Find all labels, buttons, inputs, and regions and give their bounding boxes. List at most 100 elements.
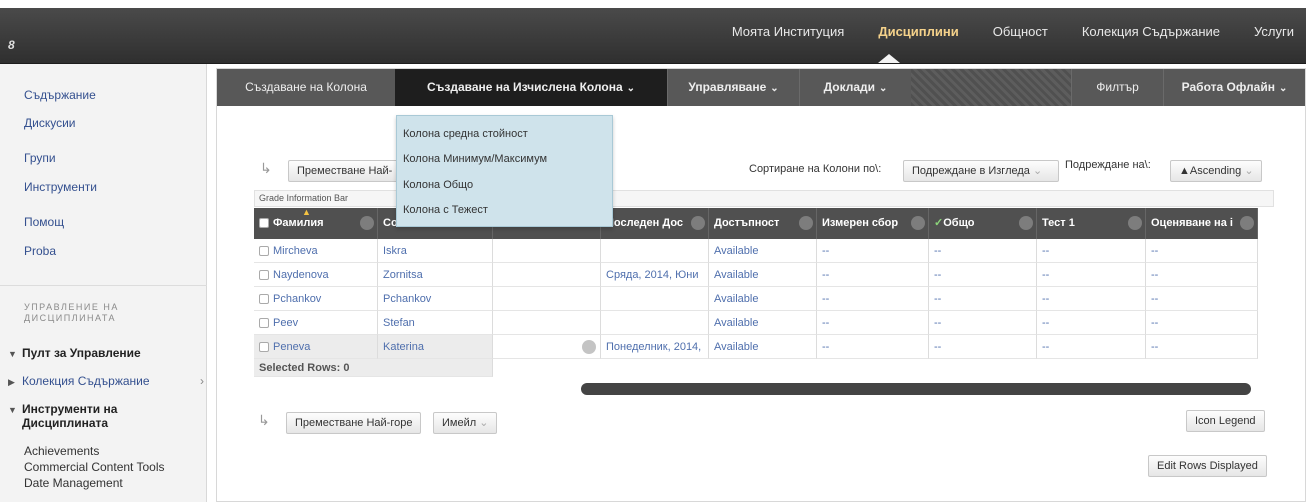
sidebar-item-content[interactable]: Съдържание <box>24 88 96 102</box>
tool-achievements[interactable]: Achievements <box>24 444 99 458</box>
table-row[interactable]: Naydenova <box>254 263 378 287</box>
move-to-top-bottom-button[interactable]: Преместване Най-горе <box>286 412 422 434</box>
grid-cell[interactable]: -- <box>817 239 929 263</box>
work-offline-button[interactable]: Работа Офлайн ⌄ <box>1163 69 1305 106</box>
grid-cell[interactable] <box>601 239 709 263</box>
grid-cell[interactable] <box>493 239 601 263</box>
grid-cell[interactable]: Katerina <box>378 335 493 359</box>
grid-cell[interactable]: Available <box>709 239 817 263</box>
filter-button[interactable]: Филтър <box>1071 69 1163 106</box>
grid-cell[interactable]: -- <box>929 263 1037 287</box>
grid-cell[interactable]: -- <box>817 263 929 287</box>
cell-options-icon[interactable] <box>582 340 596 354</box>
grid-cell[interactable]: Available <box>709 335 817 359</box>
nav-courses[interactable]: Дисциплини <box>878 24 958 39</box>
grid-cell[interactable]: Available <box>709 263 817 287</box>
sort-columns-select[interactable]: Подреждане в Изгледа ⌄ <box>903 160 1059 182</box>
column-header-last-access[interactable]: Последен Дос <box>601 208 709 239</box>
tool-commercial-content[interactable]: Commercial Content Tools <box>24 460 165 474</box>
manage-menu-button[interactable]: Управляване ⌄ <box>667 69 799 106</box>
column-options-icon[interactable] <box>799 216 813 230</box>
column-header-weighted-total[interactable]: Измерен сбор <box>817 208 929 239</box>
column-header-grading[interactable]: Оценяване на і <box>1146 208 1258 239</box>
nav-my-institution[interactable]: Моята Институция <box>732 24 844 39</box>
grid-cell[interactable]: -- <box>929 335 1037 359</box>
horizontal-scrollbar[interactable] <box>581 383 1251 395</box>
reports-menu-button[interactable]: Доклади ⌄ <box>799 69 911 106</box>
grid-cell[interactable]: Pchankov <box>378 287 493 311</box>
grid-cell[interactable] <box>493 287 601 311</box>
grid-cell[interactable] <box>601 287 709 311</box>
sidebar-item-tools[interactable]: Инструменти <box>24 180 97 194</box>
grid-cell[interactable] <box>493 311 601 335</box>
table-row[interactable]: Peev <box>254 311 378 335</box>
create-column-button[interactable]: Създаване на Колона <box>217 69 395 106</box>
grid-cell[interactable]: Iskra <box>378 239 493 263</box>
grid-cell[interactable]: Сряда, 2014, Юни <box>601 263 709 287</box>
column-options-icon[interactable] <box>360 216 374 230</box>
grid-cell[interactable] <box>601 311 709 335</box>
grid-cell[interactable]: Available <box>709 311 817 335</box>
menu-item-total-column[interactable]: Колона Общо <box>403 179 473 191</box>
nav-community[interactable]: Общност <box>993 24 1048 39</box>
grid-cell[interactable]: -- <box>1146 311 1258 335</box>
order-select[interactable]: ▲Ascending ⌄ <box>1170 160 1262 182</box>
grid-cell[interactable]: -- <box>929 239 1037 263</box>
nav-services[interactable]: Услуги <box>1254 24 1294 39</box>
grid-cell[interactable] <box>493 263 601 287</box>
grid-cell[interactable]: Stefan <box>378 311 493 335</box>
column-header-availability[interactable]: Достъпност <box>709 208 817 239</box>
grid-cell[interactable]: -- <box>929 287 1037 311</box>
sidebar-item-proba[interactable]: Proba <box>24 244 56 258</box>
tool-date-management[interactable]: Date Management <box>24 476 123 490</box>
row-checkbox[interactable] <box>259 270 269 280</box>
table-row[interactable]: Mircheva <box>254 239 378 263</box>
sidebar-item-discussions[interactable]: Дискусии <box>24 116 76 130</box>
grid-cell[interactable]: -- <box>817 311 929 335</box>
sidebar-item-help[interactable]: Помощ <box>24 215 64 229</box>
grid-cell[interactable]: -- <box>1146 335 1258 359</box>
grid-cell[interactable]: Available <box>709 287 817 311</box>
select-all-checkbox[interactable] <box>259 218 269 228</box>
tree-item-content-collection[interactable]: ▶ Колекция Съдържание › <box>8 374 204 388</box>
column-header-last-name[interactable]: Фамилия ▲ <box>254 208 378 239</box>
table-row[interactable]: Peneva <box>254 335 378 359</box>
grid-cell[interactable]: -- <box>929 311 1037 335</box>
nav-content-collection[interactable]: Колекция Съдържание <box>1082 24 1220 39</box>
table-row[interactable]: Pchankov <box>254 287 378 311</box>
grid-cell[interactable]: -- <box>817 335 929 359</box>
grid-cell[interactable]: -- <box>1037 287 1146 311</box>
row-checkbox[interactable] <box>259 294 269 304</box>
tree-item-control-panel[interactable]: ▼ Пулт за Управление <box>8 346 141 360</box>
edit-rows-displayed-button[interactable]: Edit Rows Displayed <box>1148 455 1267 477</box>
grid-cell[interactable]: -- <box>1037 335 1146 359</box>
move-to-top-button[interactable]: Преместване Най- <box>288 160 398 182</box>
menu-item-min-max-column[interactable]: Колона Минимум/Максимум <box>403 153 547 165</box>
row-checkbox[interactable] <box>259 318 269 328</box>
email-button[interactable]: Имейл ⌄ <box>433 412 498 434</box>
menu-item-average-column[interactable]: Колона средна стойност <box>403 128 528 140</box>
menu-item-weighted-column[interactable]: Колона с Тежест <box>403 204 488 216</box>
column-header-total[interactable]: ✓Общо <box>929 208 1037 239</box>
row-checkbox[interactable] <box>259 342 269 352</box>
column-header-test-1[interactable]: Тест 1 <box>1037 208 1146 239</box>
grid-cell[interactable]: -- <box>1146 263 1258 287</box>
create-calculated-column-button[interactable]: Създаване на Изчислена Колона ⌄ <box>395 69 667 106</box>
grid-cell[interactable]: Zornitsa <box>378 263 493 287</box>
column-options-icon[interactable] <box>1019 216 1033 230</box>
grid-cell[interactable]: Понеделник, 2014, <box>601 335 709 359</box>
column-options-icon[interactable] <box>1128 216 1142 230</box>
column-options-icon[interactable] <box>1240 216 1254 230</box>
grid-cell[interactable] <box>493 335 601 359</box>
grid-cell[interactable]: -- <box>1146 239 1258 263</box>
grid-cell[interactable]: -- <box>1037 311 1146 335</box>
grid-cell[interactable]: -- <box>1037 263 1146 287</box>
column-options-icon[interactable] <box>691 216 705 230</box>
column-options-icon[interactable] <box>911 216 925 230</box>
sidebar-item-groups[interactable]: Групи <box>24 151 56 165</box>
grid-cell[interactable]: -- <box>1146 287 1258 311</box>
grid-cell[interactable]: -- <box>817 287 929 311</box>
tree-item-course-tools[interactable]: ▼ Инструменти на Дисциплината <box>8 402 117 430</box>
grid-cell[interactable]: -- <box>1037 239 1146 263</box>
icon-legend-button[interactable]: Icon Legend <box>1186 410 1265 432</box>
